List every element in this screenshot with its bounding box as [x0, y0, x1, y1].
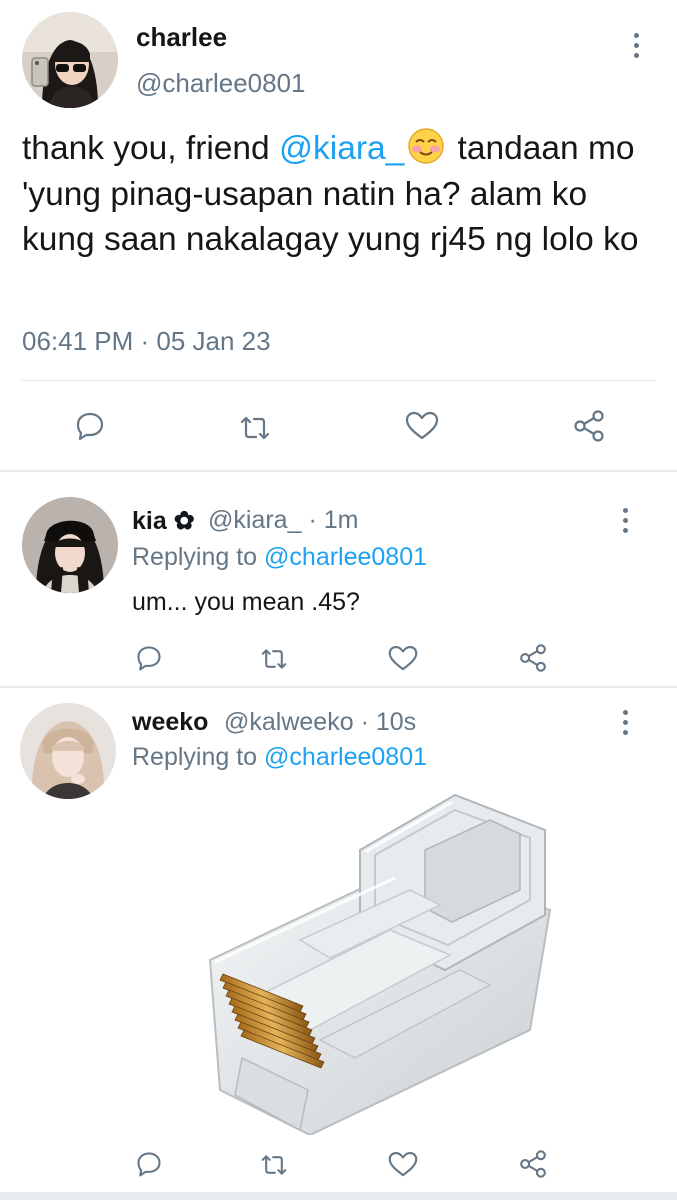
share-icon[interactable]: [567, 404, 611, 448]
more-options-icon[interactable]: [615, 508, 635, 533]
reply-icon[interactable]: [68, 404, 112, 448]
more-options-icon[interactable]: [626, 33, 646, 58]
display-name[interactable]: kia ✿: [132, 506, 195, 536]
reply-meta: @kalweeko · 10s: [224, 708, 416, 737]
user-handle[interactable]: @charlee0801: [136, 68, 306, 99]
avatar-image: [22, 12, 118, 108]
tweet-timestamp[interactable]: 06:41 PM · 05 Jan 23: [22, 326, 271, 357]
avatar[interactable]: [22, 12, 118, 108]
user-handle[interactable]: @kalweeko: [224, 708, 354, 736]
avatar[interactable]: [20, 703, 116, 799]
reply-icon[interactable]: [131, 1146, 167, 1182]
relative-time[interactable]: · 10s: [361, 708, 417, 736]
mention-link[interactable]: @charlee0801: [264, 743, 427, 771]
divider: [0, 1192, 677, 1200]
reply-icon[interactable]: [131, 640, 167, 676]
replying-label: Replying to: [132, 543, 258, 571]
user-handle[interactable]: @kiara_: [208, 506, 301, 534]
divider: [0, 686, 677, 688]
replying-label: Replying to: [132, 743, 258, 771]
divider: [22, 380, 655, 381]
mention-link[interactable]: @charlee0801: [264, 543, 427, 571]
retweet-icon[interactable]: [256, 641, 292, 677]
tweet-text: um... you mean .45?: [132, 588, 360, 616]
share-icon[interactable]: [515, 640, 551, 676]
rj45-connector-image: [208, 793, 552, 1137]
flower-badge-icon: ✿: [173, 507, 195, 535]
avatar-image: [22, 497, 118, 593]
retweet-icon[interactable]: [233, 406, 277, 450]
retweet-icon[interactable]: [256, 1147, 292, 1183]
avatar-image: [20, 703, 116, 799]
display-name[interactable]: charlee: [136, 22, 227, 53]
like-icon[interactable]: [385, 640, 421, 676]
tweet-text-part: thank you, friend: [22, 130, 279, 167]
avatar[interactable]: [22, 497, 118, 593]
display-name[interactable]: weeko: [132, 708, 208, 737]
divider: [0, 470, 677, 472]
attached-image[interactable]: [190, 790, 570, 1137]
replying-to: Replying to @charlee0801: [132, 543, 427, 572]
main-tweet: charlee @charlee0801 thank you, friend @…: [0, 0, 677, 470]
reply-meta: @kiara_ · 1m: [208, 506, 358, 535]
replying-to: Replying to @charlee0801: [132, 743, 427, 772]
share-icon[interactable]: [515, 1146, 551, 1182]
like-icon[interactable]: [400, 404, 444, 448]
more-options-icon[interactable]: [615, 710, 635, 735]
smiling-face-with-blush-icon: [407, 127, 445, 165]
tweet-text: thank you, friend @kiara_ tandaan mo 'yu…: [22, 126, 662, 263]
display-name-text: kia: [132, 507, 167, 535]
mention-link[interactable]: @kiara_: [279, 130, 404, 167]
like-icon[interactable]: [385, 1146, 421, 1182]
relative-time[interactable]: · 1m: [308, 506, 358, 534]
